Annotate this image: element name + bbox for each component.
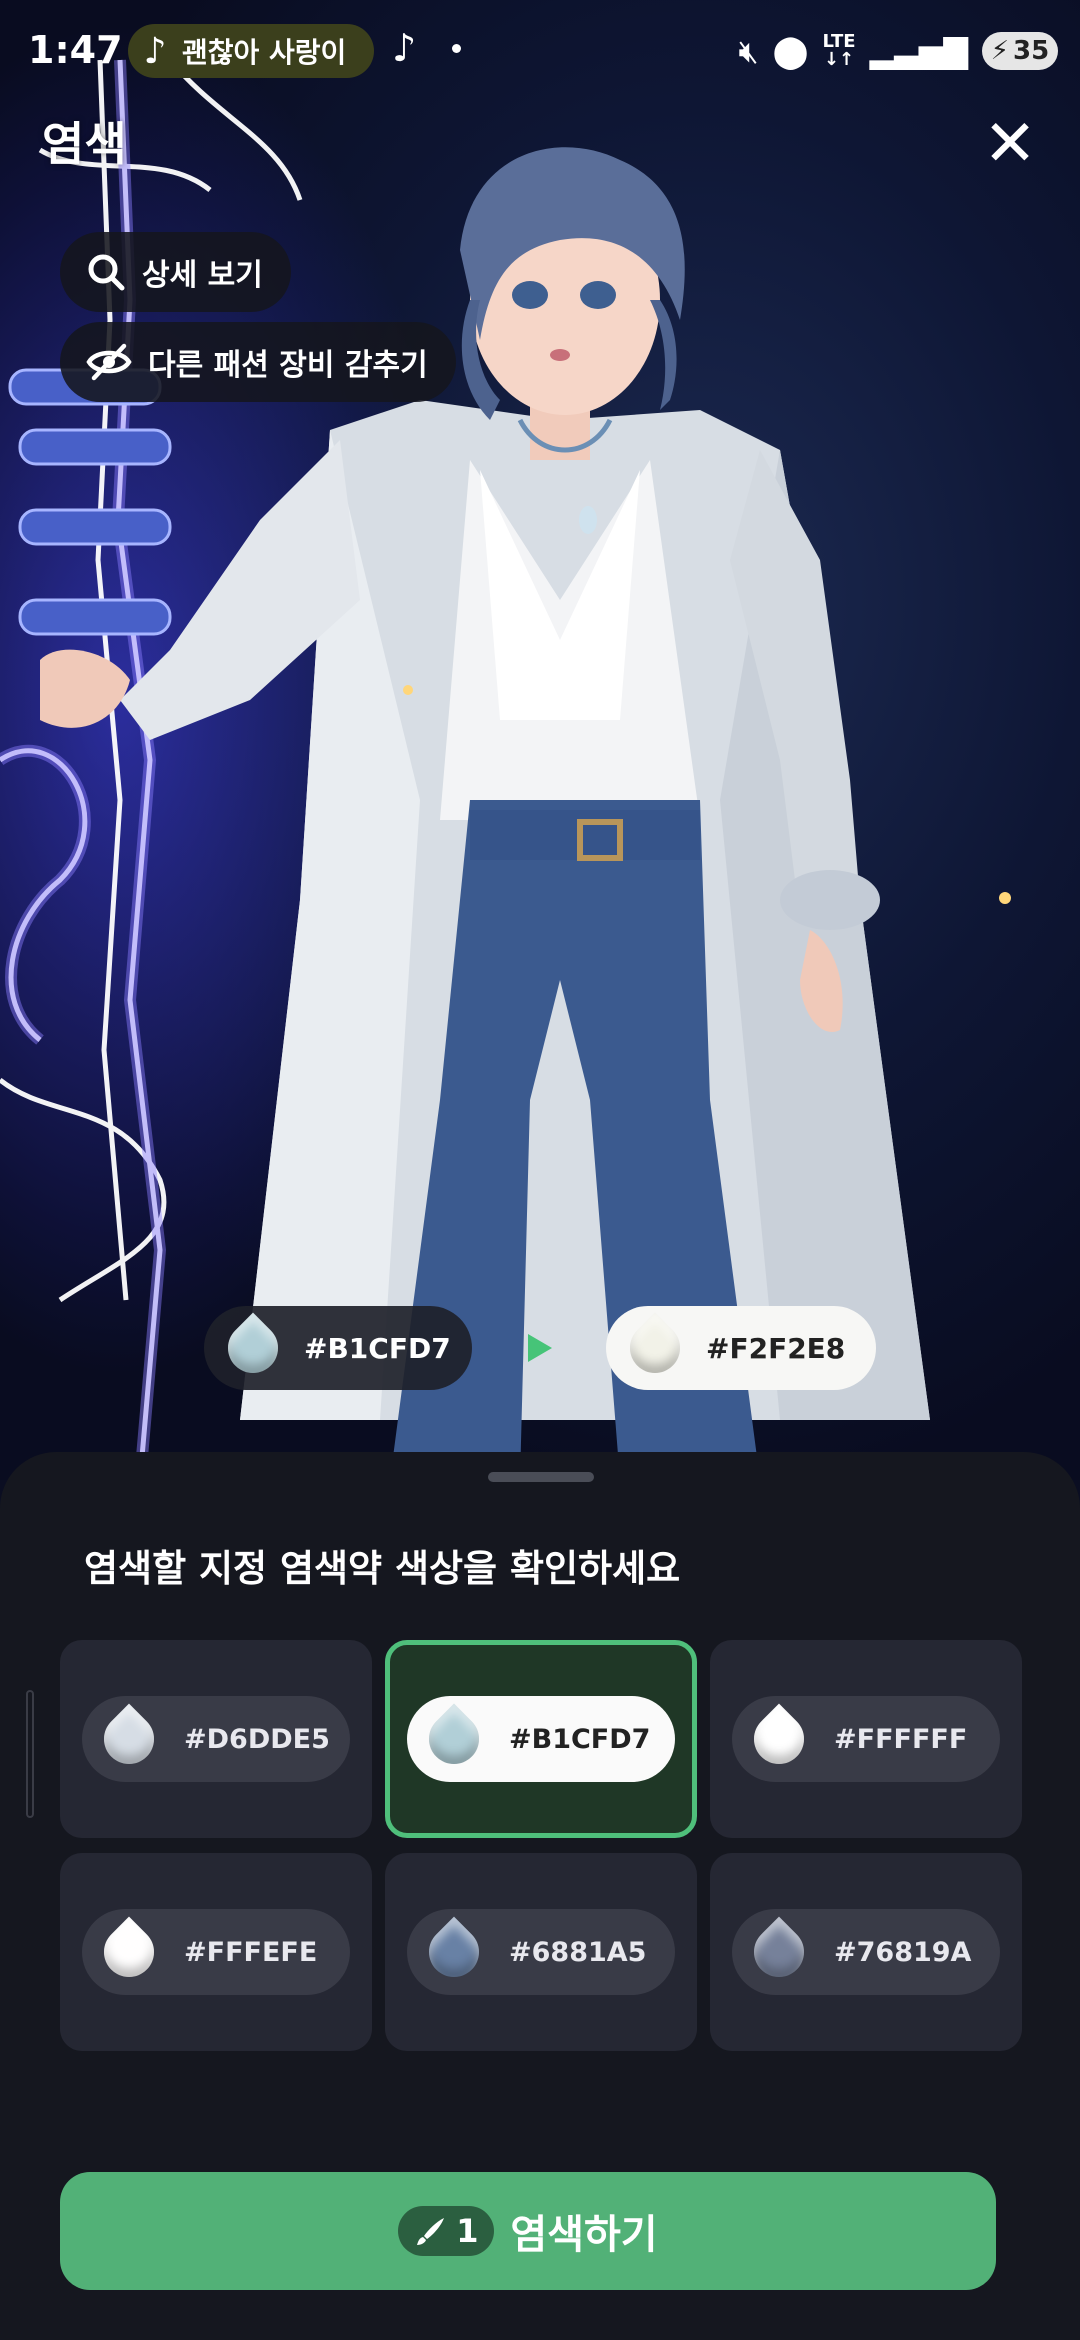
location-icon: ⬤ xyxy=(772,32,809,70)
dye-drop-icon xyxy=(217,1312,289,1384)
charging-icon: ⚡ xyxy=(990,36,1010,66)
dye-brush-icon xyxy=(417,2218,445,2245)
dye-swatch-pill: #D6DDE5 xyxy=(82,1696,350,1782)
music-title: 괜찮아 사랑이 xyxy=(182,36,347,69)
dye-swatch-hex: #FFFEFE xyxy=(184,1936,318,1968)
dye-swatch-card[interactable]: #FFFEFE xyxy=(60,1853,372,2051)
detail-view-label: 상세 보기 xyxy=(142,258,263,293)
new-color-chip: #F2F2E8 xyxy=(606,1306,876,1390)
sheet-title: 염색할 지정 염색약 색상을 확인하세요 xyxy=(84,1547,681,1590)
dye-button[interactable]: 1 염색하기 xyxy=(60,2172,996,2290)
dye-swatch-pill: #FFFEFE xyxy=(82,1909,350,1995)
dye-drop-icon xyxy=(743,1703,815,1775)
dye-drop-icon xyxy=(743,1916,815,1988)
dye-drop-icon xyxy=(619,1312,691,1384)
character-illustration xyxy=(0,58,1011,1480)
dye-swatch-card[interactable]: #76819A xyxy=(710,1853,1022,2051)
dye-swatch-pill: #76819A xyxy=(732,1909,1000,1995)
dye-drop-icon xyxy=(93,1916,165,1988)
dye-swatch-card[interactable]: #FFFFFF xyxy=(710,1640,1022,1838)
dye-swatch-pill: #B1CFD7 xyxy=(407,1696,675,1782)
scroll-indicator[interactable] xyxy=(26,1690,34,1818)
battery-indicator: ⚡ 35 xyxy=(982,32,1058,70)
dye-cost: 1 xyxy=(456,2212,479,2250)
system-icons: 🔇︎ ⬤ LTE ↓↑ ▂▃▅▇ ⚡ 35 xyxy=(738,24,1058,78)
network-type: LTE ↓↑ xyxy=(822,31,856,70)
status-time: 1:47 xyxy=(28,28,123,72)
eye-off-icon xyxy=(86,343,132,381)
dye-cost-badge: 1 xyxy=(398,2206,495,2256)
close-button[interactable]: ✕ xyxy=(976,112,1044,180)
signal-icon: ▂▃▅▇ xyxy=(869,32,968,70)
battery-level: 35 xyxy=(1013,36,1050,66)
sheet-drag-handle[interactable] xyxy=(488,1472,594,1482)
arrow-right-icon xyxy=(528,1334,552,1362)
notification-dot-icon xyxy=(452,44,461,53)
dye-drop-icon xyxy=(418,1703,490,1775)
page-title: 염색 xyxy=(42,117,127,171)
dye-swatch-hex: #B1CFD7 xyxy=(509,1723,651,1755)
music-indicator[interactable]: ♪ 괜찮아 사랑이 xyxy=(128,24,374,78)
dye-swatch-hex: #D6DDE5 xyxy=(184,1723,330,1755)
dye-drop-icon xyxy=(418,1916,490,1988)
dye-button-label: 염색하기 xyxy=(510,2212,658,2258)
dye-swatch-hex: #FFFFFF xyxy=(834,1723,968,1755)
dye-swatch-pill: #FFFFFF xyxy=(732,1696,1000,1782)
current-color-hex: #B1CFD7 xyxy=(304,1331,451,1365)
current-color-chip: #B1CFD7 xyxy=(204,1306,472,1390)
hide-other-fashion-button[interactable]: 다른 패션 장비 감추기 xyxy=(60,322,456,402)
search-icon xyxy=(88,254,125,291)
mute-icon: 🔇︎ xyxy=(738,31,759,70)
dye-swatch-hex: #76819A xyxy=(834,1936,972,1968)
dye-swatch-card[interactable]: #6881A5 xyxy=(385,1853,697,2051)
hide-other-fashion-label: 다른 패션 장비 감추기 xyxy=(148,348,428,383)
status-bar: 1:47 ♪ 괜찮아 사랑이 ♪ 🔇︎ ⬤ LTE ↓↑ ▂▃▅▇ ⚡ 35 xyxy=(0,0,1080,100)
close-icon: ✕ xyxy=(983,107,1037,181)
character-preview[interactable] xyxy=(0,0,1080,1480)
new-color-hex: #F2F2E8 xyxy=(706,1331,846,1365)
dye-drop-icon xyxy=(93,1703,165,1775)
music-note-icon: ♪ xyxy=(143,30,167,72)
detail-view-button[interactable]: 상세 보기 xyxy=(60,232,291,312)
dye-swatch-card[interactable]: #D6DDE5 xyxy=(60,1640,372,1838)
dye-swatch-hex: #6881A5 xyxy=(509,1936,647,1968)
dye-swatch-card-selected[interactable]: #B1CFD7 xyxy=(385,1640,697,1838)
music-app-icon: ♪ xyxy=(392,26,417,70)
dye-swatch-pill: #6881A5 xyxy=(407,1909,675,1995)
